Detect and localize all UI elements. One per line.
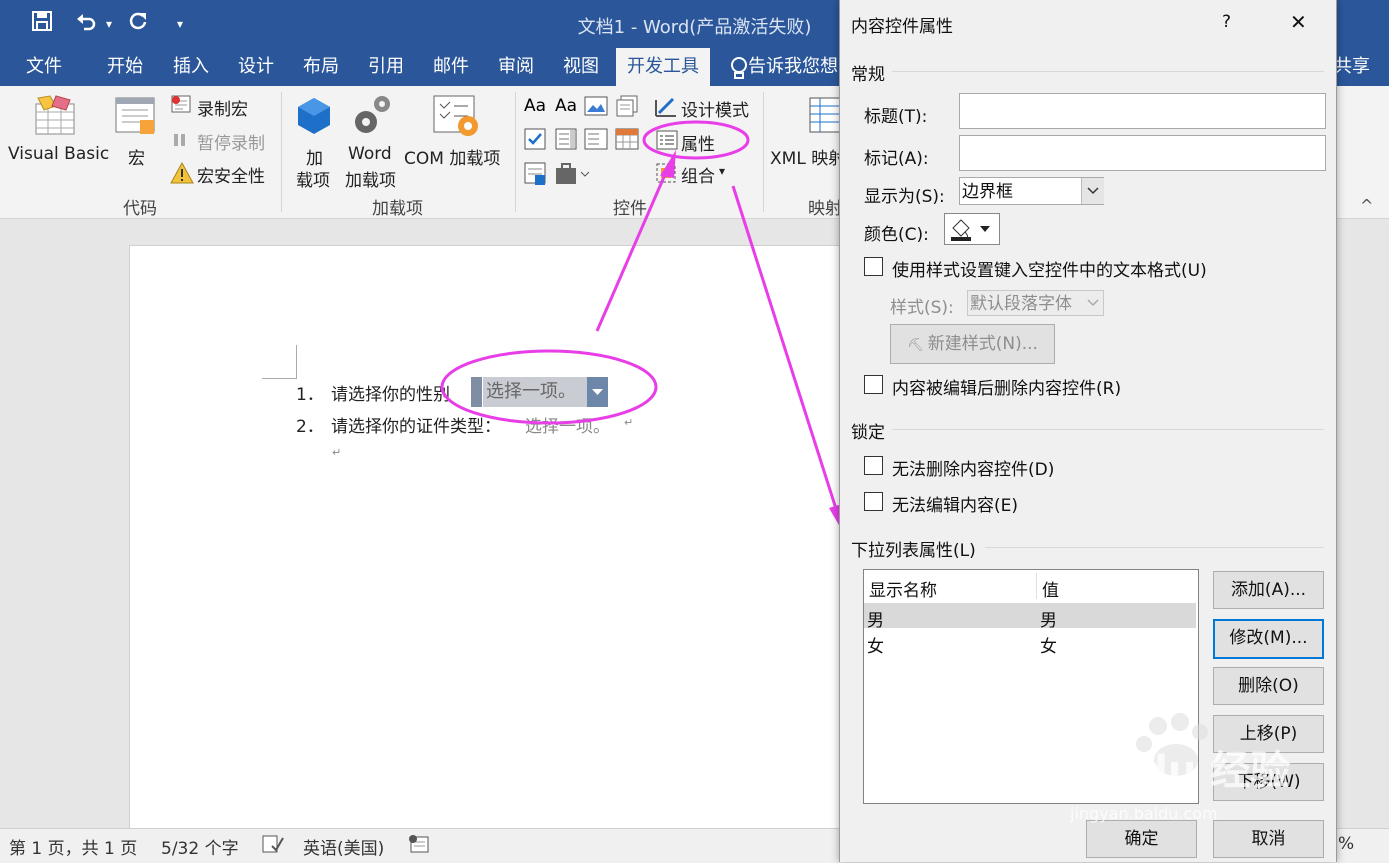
use-style-checkbox[interactable] — [864, 257, 883, 276]
cannot-delete-checkbox[interactable] — [864, 456, 883, 475]
row-display-name: 男 — [867, 611, 884, 631]
add-button[interactable]: 添加(A)... — [1213, 571, 1324, 609]
use-style-label: 使用样式设置键入空控件中的文本格式(U) — [892, 261, 1207, 281]
cannot-edit-label: 无法编辑内容(E) — [892, 496, 1019, 516]
annotation-arrow-to-dialog — [731, 185, 840, 516]
row-display-name[interactable]: 女 — [867, 632, 884, 657]
row-value[interactable]: 女 — [1040, 632, 1057, 657]
chevron-down-icon[interactable] — [1081, 178, 1104, 204]
new-style-label: 新建样式(N)... — [927, 334, 1038, 354]
ok-button[interactable]: 确定 — [1086, 820, 1197, 858]
remove-button[interactable]: 删除(O) — [1213, 667, 1324, 705]
show-as-label: 显示为(S): — [864, 187, 945, 207]
section-divider — [985, 547, 1324, 548]
table-row[interactable] — [864, 603, 1196, 628]
new-style-icon: ⛏ — [907, 338, 928, 353]
annotation-arrow-to-properties — [595, 169, 669, 332]
close-icon[interactable]: ✕ — [1290, 10, 1307, 34]
watermark-brand: Baidu 经验 — [1068, 748, 1291, 794]
cannot-delete-label: 无法删除内容控件(D) — [892, 460, 1055, 480]
new-style-button: ⛏ 新建样式(N)... — [890, 324, 1055, 364]
remove-when-edited-checkbox[interactable] — [864, 375, 883, 394]
modify-button[interactable]: 修改(M)... — [1213, 619, 1324, 659]
cancel-button[interactable]: 取消 — [1213, 820, 1324, 858]
column-divider — [1036, 573, 1037, 599]
annotation-ellipse-dropdown — [440, 349, 658, 425]
help-button[interactable]: ? — [1222, 12, 1231, 32]
cannot-edit-checkbox[interactable] — [864, 492, 883, 511]
title-label: 标题(T): — [864, 107, 928, 127]
annotation-ellipse-properties — [642, 120, 750, 160]
column-header-display-name[interactable]: 显示名称 — [869, 576, 937, 601]
chevron-down-icon — [1083, 291, 1103, 315]
tag-field[interactable] — [959, 135, 1326, 171]
title-field[interactable] — [959, 93, 1326, 129]
style-label: 样式(S): — [890, 298, 954, 318]
column-header-value[interactable]: 值 — [1042, 576, 1059, 601]
remove-when-edited-label: 内容被编辑后删除内容控件(R) — [892, 379, 1122, 399]
section-divider — [892, 71, 1324, 72]
section-dropdown-properties: 下拉列表属性(L) — [851, 541, 976, 561]
row-value: 男 — [1040, 611, 1057, 631]
section-locking: 锁定 — [851, 423, 885, 443]
color-picker-button[interactable] — [944, 213, 1000, 245]
section-divider — [892, 429, 1324, 430]
dialog-title: 内容控件属性 — [851, 17, 953, 37]
watermark-url: jingyan.baidu.com — [1070, 804, 1218, 823]
tag-label: 标记(A): — [864, 149, 929, 169]
color-label: 颜色(C): — [864, 225, 929, 245]
section-general: 常规 — [851, 65, 885, 85]
